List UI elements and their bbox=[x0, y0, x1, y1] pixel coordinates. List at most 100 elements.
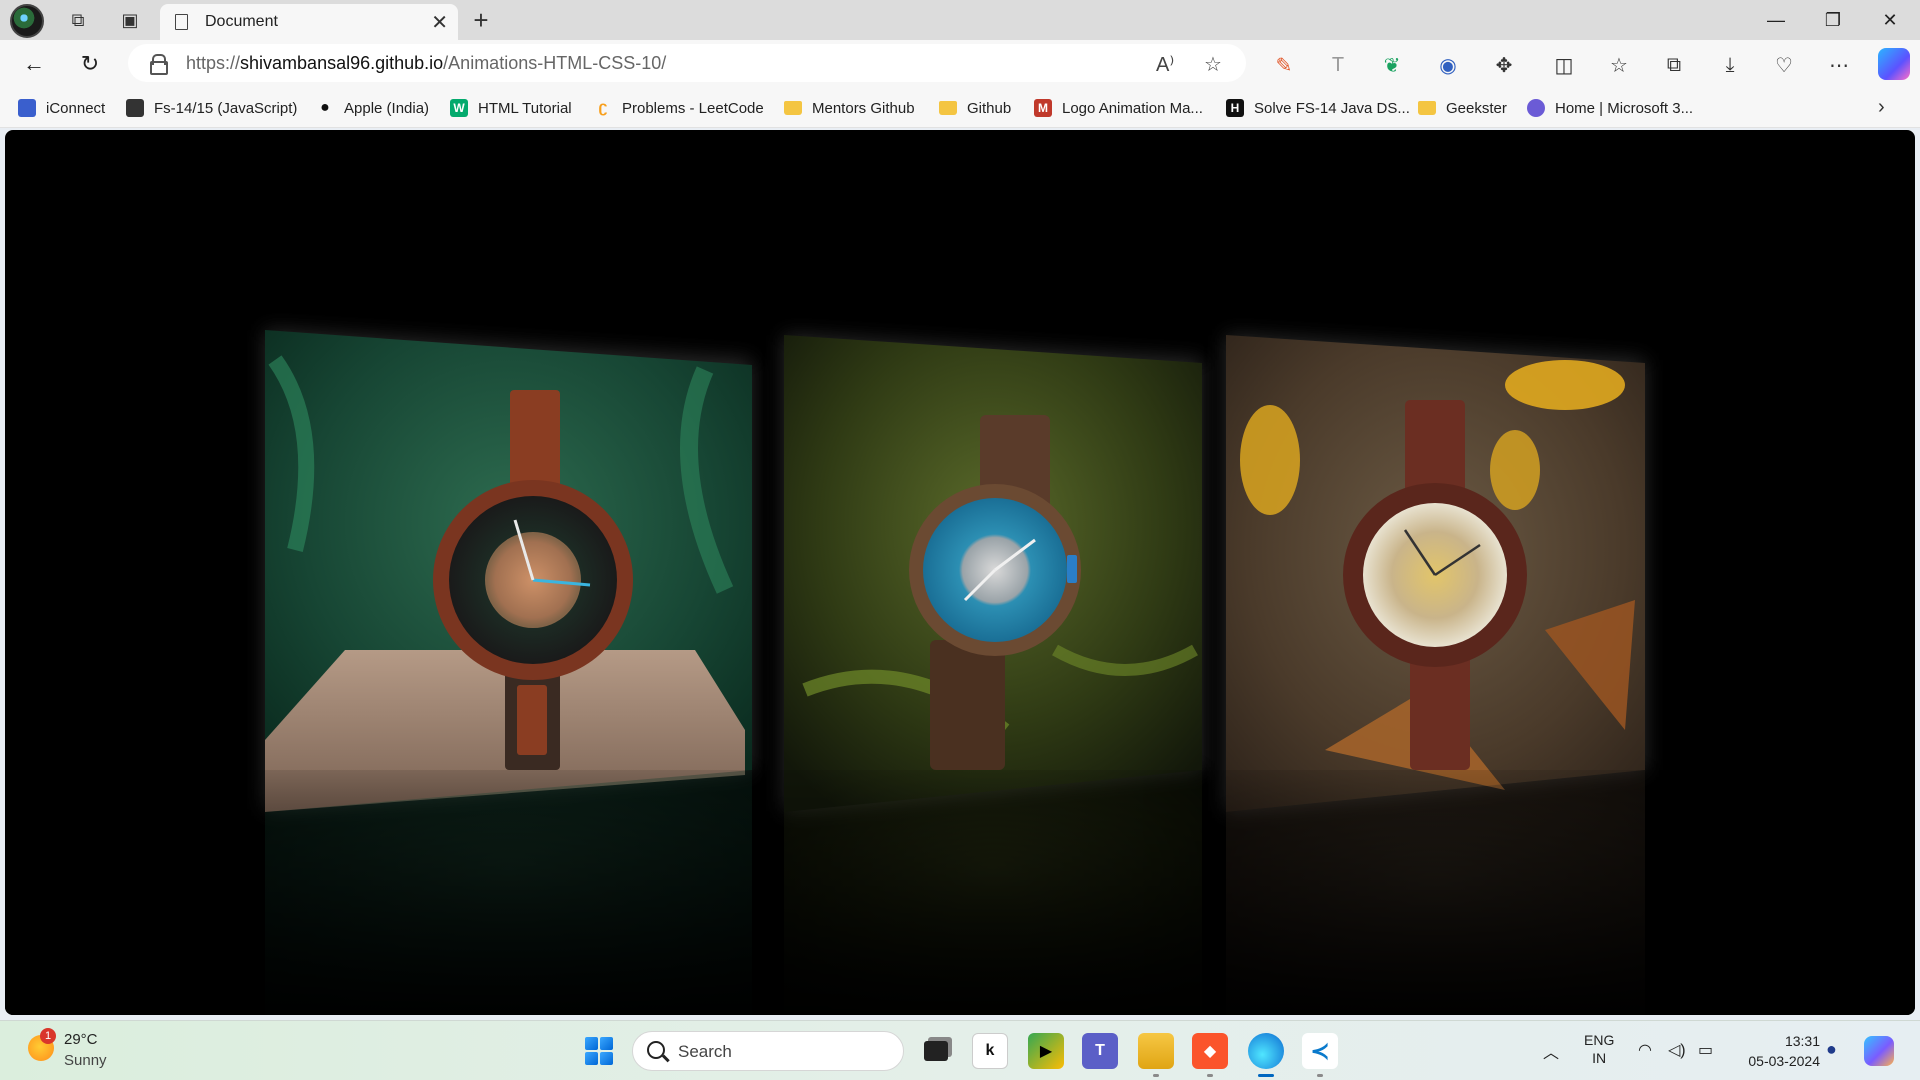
favorite-label: Logo Animation Ma... bbox=[1062, 99, 1203, 117]
favorite-mentors-github[interactable]: Mentors Github bbox=[784, 96, 915, 120]
watch-card-blue[interactable] bbox=[784, 335, 1202, 812]
hackerrank-icon: H bbox=[1226, 99, 1244, 117]
extension-bird-icon[interactable]: ❦ bbox=[1378, 52, 1406, 78]
start-button[interactable] bbox=[585, 1037, 613, 1065]
favorite-label: Problems - LeetCode bbox=[622, 99, 764, 117]
leetcode-icon: ʗ bbox=[598, 99, 608, 116]
weather-notification-badge: 1 bbox=[40, 1028, 56, 1044]
favorite-microsoft365[interactable]: Home | Microsoft 3... bbox=[1527, 96, 1693, 120]
favorite-github[interactable]: Github bbox=[939, 96, 1011, 120]
search-icon bbox=[647, 1041, 665, 1059]
start-tile bbox=[600, 1037, 613, 1050]
favorite-label: HTML Tutorial bbox=[478, 99, 572, 117]
folder-icon bbox=[1418, 101, 1436, 115]
new-tab-button[interactable]: + bbox=[466, 5, 496, 35]
watch-card-autumn[interactable] bbox=[1226, 335, 1645, 812]
refresh-button[interactable]: ↻ bbox=[72, 48, 108, 80]
apple-icon: ● bbox=[320, 99, 330, 116]
back-button[interactable]: ← bbox=[16, 48, 52, 80]
weather-condition[interactable]: Sunny bbox=[64, 1052, 107, 1069]
favorite-apple-india[interactable]: ● Apple (India) bbox=[316, 96, 429, 120]
battery-icon[interactable]: ▭ bbox=[1698, 1040, 1713, 1060]
task-view-icon[interactable] bbox=[918, 1033, 954, 1069]
favorite-logo-animation[interactable]: M Logo Animation Ma... bbox=[1034, 96, 1203, 120]
extension-text-icon[interactable]: T bbox=[1324, 52, 1352, 78]
microsoft365-icon bbox=[1527, 99, 1545, 117]
favorite-solve-fs14[interactable]: H Solve FS-14 Java DS... bbox=[1226, 96, 1410, 120]
start-tile bbox=[585, 1052, 598, 1065]
url-scheme: https:// bbox=[186, 53, 241, 73]
document-icon bbox=[175, 14, 188, 30]
start-tile bbox=[585, 1037, 598, 1050]
teams-icon[interactable]: T bbox=[1082, 1033, 1118, 1069]
gallery-canvas bbox=[5, 330, 1915, 1015]
w3schools-icon: W bbox=[450, 99, 468, 117]
url-host: shivambansal96.github.io bbox=[240, 53, 444, 73]
favorite-label: Github bbox=[967, 99, 1012, 117]
url-path: /Animations-HTML-CSS-10/ bbox=[443, 53, 667, 73]
kotak-app-icon[interactable]: k bbox=[972, 1033, 1008, 1069]
extensions-icon[interactable]: ✥ bbox=[1490, 52, 1518, 78]
favorite-label: Home | Microsoft 3... bbox=[1555, 99, 1694, 117]
favorite-geekster[interactable]: Geekster bbox=[1418, 96, 1507, 120]
extension-pen-icon[interactable]: ✎ bbox=[1270, 52, 1298, 78]
vertical-tabs-icon[interactable]: ▣ bbox=[114, 5, 146, 35]
profile-avatar[interactable] bbox=[10, 4, 44, 38]
restore-button[interactable]: ❐ bbox=[1805, 0, 1861, 40]
region-code: IN bbox=[1592, 1050, 1607, 1066]
copilot-icon[interactable] bbox=[1878, 48, 1910, 80]
edge-browser-icon[interactable] bbox=[1248, 1033, 1284, 1077]
volume-icon[interactable]: ◁) bbox=[1668, 1040, 1686, 1060]
iconnect-icon bbox=[18, 99, 36, 117]
notification-bell-icon[interactable]: ● bbox=[1826, 1039, 1837, 1060]
file-explorer-icon[interactable] bbox=[1138, 1033, 1174, 1077]
collections-icon[interactable]: ⧉ bbox=[1660, 52, 1688, 78]
favorite-label: Fs-14/15 (JavaScript) bbox=[154, 99, 298, 117]
tab-close-button[interactable]: ✕ bbox=[431, 10, 448, 35]
copilot-taskbar-icon[interactable] bbox=[1864, 1036, 1894, 1066]
watch-card-forest[interactable] bbox=[265, 330, 752, 812]
close-window-button[interactable]: ✕ bbox=[1862, 0, 1918, 40]
favorite-label: Solve FS-14 Java DS... bbox=[1254, 99, 1410, 117]
input-language-indicator[interactable]: ENG IN bbox=[1584, 1031, 1614, 1067]
profile-icon bbox=[126, 99, 144, 117]
favorite-label: Mentors Github bbox=[812, 99, 915, 117]
address-bar[interactable]: https://shivambansal96.github.io/Animati… bbox=[128, 44, 1246, 82]
favorites-icon[interactable]: ☆ bbox=[1605, 52, 1633, 78]
favorite-fs-javascript[interactable]: Fs-14/15 (JavaScript) bbox=[126, 96, 297, 120]
taskbar-search-box[interactable]: Search bbox=[632, 1031, 904, 1071]
read-aloud-icon[interactable]: A⁾ bbox=[1156, 52, 1174, 77]
favorite-leetcode[interactable]: ʗ Problems - LeetCode bbox=[594, 96, 764, 120]
workspaces-icon[interactable]: ⧉ bbox=[62, 5, 94, 35]
tab-title: Document bbox=[205, 13, 278, 30]
split-screen-icon[interactable]: ◫ bbox=[1550, 52, 1578, 78]
wifi-icon[interactable]: ◠ bbox=[1638, 1040, 1652, 1060]
minimize-button[interactable]: — bbox=[1748, 0, 1804, 40]
browser-essentials-icon[interactable]: ♡ bbox=[1770, 52, 1798, 78]
lock-icon[interactable] bbox=[150, 54, 168, 75]
favorite-iconnect[interactable]: iConnect bbox=[18, 96, 105, 120]
more-options-icon[interactable]: ⋯ bbox=[1825, 52, 1853, 78]
start-tile bbox=[600, 1052, 613, 1065]
browser-tab-document[interactable]: Document ✕ bbox=[160, 4, 458, 40]
url-text[interactable]: https://shivambansal96.github.io/Animati… bbox=[186, 53, 666, 74]
watch-gallery-page bbox=[5, 130, 1915, 1015]
clock-time: 13:31 bbox=[1784, 1033, 1820, 1049]
weather-temperature[interactable]: 29°C bbox=[64, 1031, 98, 1048]
language-code: ENG bbox=[1584, 1032, 1615, 1048]
folder-icon bbox=[939, 101, 957, 115]
favorites-more-chevron-icon[interactable]: › bbox=[1878, 96, 1885, 119]
folder-icon bbox=[784, 101, 802, 115]
downloads-icon[interactable]: ⤓ bbox=[1716, 52, 1744, 78]
favorite-label: Apple (India) bbox=[344, 99, 430, 117]
extension-circle-icon[interactable]: ◉ bbox=[1434, 52, 1462, 78]
favorite-star-icon[interactable]: ☆ bbox=[1204, 52, 1222, 77]
show-hidden-icons-chevron-icon[interactable]: ︿ bbox=[1543, 1039, 1559, 1063]
vscode-icon[interactable]: ≺ bbox=[1302, 1033, 1338, 1077]
system-clock[interactable]: 13:31 05-03-2024 bbox=[1740, 1031, 1820, 1071]
favorite-html-tutorial[interactable]: W HTML Tutorial bbox=[450, 96, 572, 120]
google-meet-icon[interactable]: ▶ bbox=[1028, 1033, 1064, 1069]
favorite-label: Geekster bbox=[1446, 99, 1507, 117]
brave-browser-icon[interactable]: ◆ bbox=[1192, 1033, 1228, 1077]
browser-title-bar: ⧉ ▣ Document ✕ + — ❐ ✕ bbox=[0, 0, 1920, 40]
